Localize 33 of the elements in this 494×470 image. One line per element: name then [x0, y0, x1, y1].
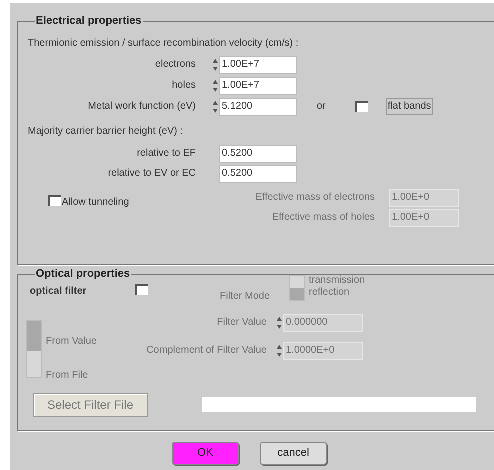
flat-bands-label[interactable]: flat bands [386, 98, 434, 115]
section-heading: Majority carrier barrier height (eV) : [28, 124, 184, 138]
checkbox[interactable] [354, 101, 368, 112]
file-path-field[interactable] [202, 397, 476, 412]
field-label: Filter Value [216, 316, 268, 330]
section-title: Optical properties [35, 267, 132, 282]
checkbox-label: optical filter [30, 284, 88, 298]
field-label: Filter Mode [220, 290, 270, 304]
checkbox-label: Allow tunneling [62, 196, 130, 210]
option-label: From Value [46, 334, 98, 348]
field-label: Metal work function (eV) [87, 100, 197, 114]
field-label: Effective mass of holes [271, 211, 376, 225]
value-field[interactable]: 0.5200 [219, 144, 297, 162]
field-label: electrons [154, 58, 197, 72]
ok-button[interactable]: OK [172, 442, 239, 465]
field-label: Effective mass of electrons [254, 191, 376, 205]
value-field[interactable]: 5.1200 [219, 98, 297, 116]
value-field[interactable]: 1.00E+7 [219, 76, 297, 94]
value-field[interactable]: 0.5200 [219, 164, 297, 182]
field-label: Complement of Filter Value [146, 344, 268, 358]
value-field[interactable]: 1.00E+7 [219, 56, 297, 74]
cancel-button[interactable]: cancel [260, 442, 327, 465]
section-heading: Thermionic emission / surface recombination velocity (cm/s) : [28, 36, 300, 50]
field-label: holes [171, 79, 197, 93]
option-label: reflection [309, 286, 351, 298]
or-label: or [317, 100, 326, 114]
section-title: Electrical properties [35, 14, 143, 29]
option-label: From File [46, 368, 90, 382]
option-label: transmission [309, 274, 366, 286]
checkbox[interactable] [135, 284, 148, 294]
field-label: relative to EF [136, 147, 197, 161]
field-label: relative to EV or EC [107, 167, 197, 181]
checkbox[interactable] [48, 194, 61, 206]
